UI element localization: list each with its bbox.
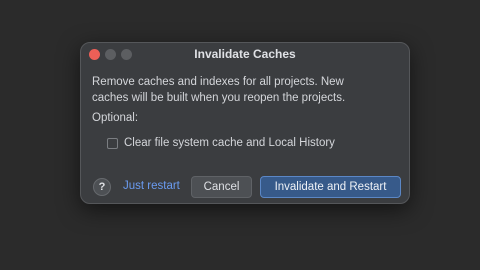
optional-label: Optional: — [92, 112, 139, 124]
message-line-1: Remove caches and indexes for all projec… — [92, 76, 344, 88]
clear-cache-checkbox-row[interactable]: Clear file system cache and Local Histor… — [107, 135, 335, 151]
clear-cache-checkbox-label[interactable]: Clear file system cache and Local Histor… — [124, 137, 335, 149]
invalidate-caches-dialog: Invalidate Caches Remove caches and inde… — [80, 42, 410, 204]
dialog-title: Invalidate Caches — [194, 47, 296, 61]
invalidate-and-restart-button[interactable]: Invalidate and Restart — [260, 176, 401, 198]
help-icon[interactable]: ? — [93, 178, 111, 196]
cancel-button[interactable]: Cancel — [191, 176, 252, 198]
message-line-2: caches will be built when you reopen the… — [92, 92, 346, 104]
clear-cache-checkbox[interactable] — [107, 137, 118, 149]
just-restart-link[interactable]: Just restart — [123, 180, 180, 192]
title-bar[interactable]: Invalidate Caches — [81, 43, 409, 65]
dialog-message: Remove caches and indexes for all projec… — [92, 74, 402, 106]
